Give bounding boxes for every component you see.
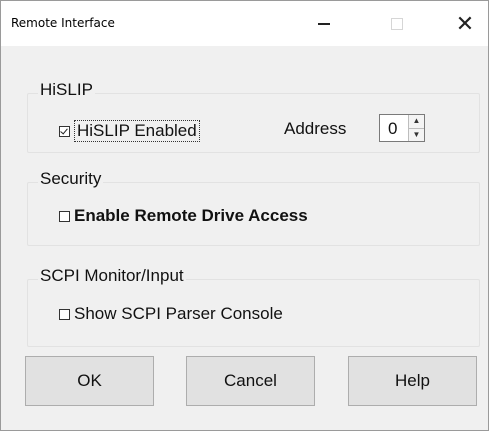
remote-drive-label: Enable Remote Drive Access: [74, 206, 308, 225]
maximize-button: [374, 1, 420, 46]
title-bar: Remote Interface ✕: [1, 1, 488, 46]
maximize-icon: [391, 17, 403, 30]
hislip-enabled-checkbox[interactable]: HiSLIP Enabled: [59, 120, 200, 142]
chevron-down-icon[interactable]: ▼: [409, 129, 424, 142]
hislip-group-label: HiSLIP: [38, 80, 95, 100]
close-button[interactable]: ✕: [442, 1, 488, 46]
security-group-label: Security: [38, 169, 104, 189]
address-spinbox[interactable]: 0 ▲ ▼: [379, 114, 425, 142]
checkbox-checked-icon: [59, 125, 70, 137]
scpi-console-checkbox[interactable]: Show SCPI Parser Console: [59, 304, 283, 324]
window-title: Remote Interface: [11, 16, 115, 30]
remote-drive-checkbox[interactable]: Enable Remote Drive Access: [59, 206, 308, 226]
scpi-group-label: SCPI Monitor/Input: [38, 266, 186, 286]
chevron-up-icon[interactable]: ▲: [409, 115, 424, 129]
address-value[interactable]: 0: [388, 119, 397, 139]
remote-interface-dialog: Remote Interface ✕ HiSLIP HiSLIP Enabled…: [0, 0, 489, 431]
minimize-button[interactable]: [301, 1, 347, 46]
checkbox-unchecked-icon: [59, 210, 70, 222]
minimize-icon: [318, 22, 330, 25]
spin-buttons: ▲ ▼: [408, 115, 424, 141]
close-icon: ✕: [455, 10, 475, 36]
ok-button[interactable]: OK: [25, 356, 154, 406]
scpi-console-label: Show SCPI Parser Console: [74, 304, 283, 323]
address-label: Address: [284, 119, 347, 138]
cancel-button[interactable]: Cancel: [186, 356, 315, 406]
checkbox-unchecked-icon: [59, 308, 70, 320]
help-button[interactable]: Help: [348, 356, 477, 406]
hislip-enabled-label: HiSLIP Enabled: [74, 120, 200, 142]
